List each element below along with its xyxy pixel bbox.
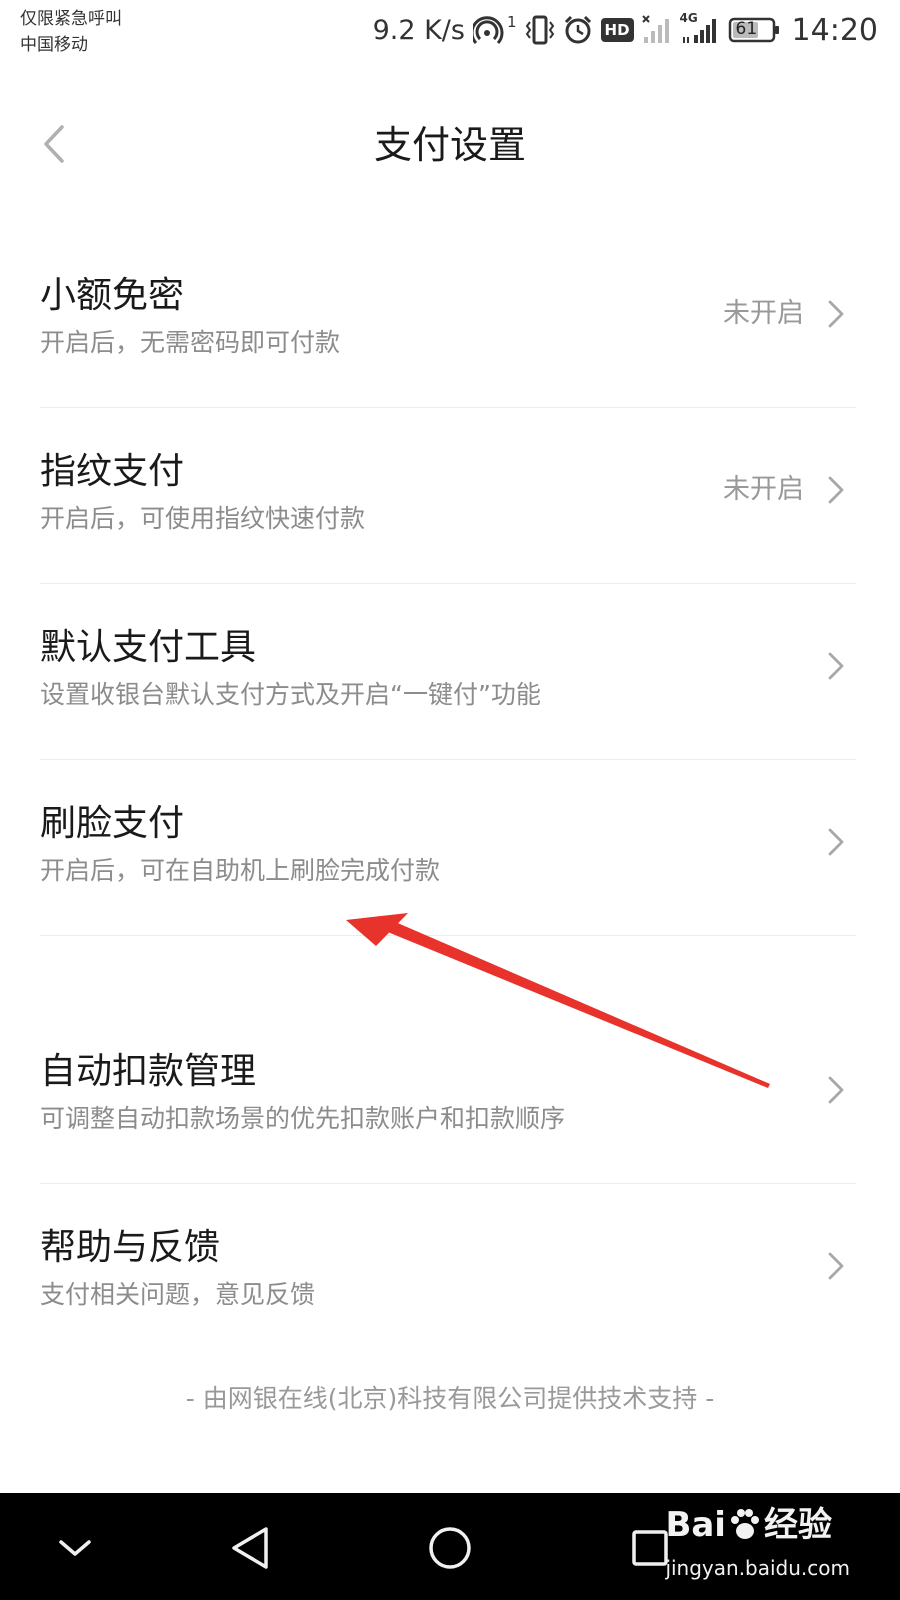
watermark-brand: Bai 经验: [665, 1503, 850, 1547]
setting-title: 默认支付工具: [40, 627, 257, 668]
chevron-right-icon: [826, 826, 850, 858]
setting-subtitle: 开启后，无需密码即可付款: [40, 328, 341, 357]
hotspot-icon: 1: [472, 13, 517, 45]
setting-subtitle: 支付相关问题，意见反馈: [40, 1280, 316, 1309]
setting-face-payment[interactable]: 刷脸支付 开启后，可在自助机上刷脸完成付款: [0, 760, 900, 936]
chevron-right-icon: [826, 298, 850, 330]
nav-home-button[interactable]: [422, 1520, 478, 1576]
status-icons: 9.2 K/s 1 HD 4G 61 14:20: [373, 10, 878, 50]
hotspot-count: 1: [506, 13, 517, 31]
network-speed: 9.2 K/s: [372, 14, 465, 46]
alarm-icon: [563, 15, 593, 45]
setting-status: 未开启: [723, 298, 804, 329]
chevron-down-icon: [59, 1540, 91, 1556]
tech-support-footer: - 由网银在线(北京)科技有限公司提供技术支持 -: [185, 1384, 715, 1413]
nav-collapse-button[interactable]: [47, 1520, 103, 1576]
setting-help-feedback[interactable]: 帮助与反馈 支付相关问题，意见反馈: [0, 1184, 900, 1360]
battery-icon: 61: [728, 16, 780, 44]
watermark-url: jingyan.baidu.com: [665, 1556, 850, 1580]
setting-subtitle: 开启后，可在自助机上刷脸完成付款: [40, 856, 441, 885]
carrier-emergency-label: 仅限紧急呼叫: [20, 9, 122, 29]
vibrate-icon: [525, 14, 555, 46]
nav-back-button[interactable]: [222, 1520, 278, 1576]
baidu-jingyan-watermark: Bai 经验 jingyan.baidu.com: [665, 1503, 850, 1581]
setting-title: 自动扣款管理: [40, 1051, 257, 1092]
status-bar: 仅限紧急呼叫 中国移动 9.2 K/s 1 HD 4G 61 14:20: [0, 0, 900, 62]
carrier-name: 中国移动: [20, 35, 88, 55]
triangle-back-icon: [232, 1527, 268, 1569]
setting-title: 指纹支付: [40, 451, 185, 492]
signal-sim1-icon: [641, 15, 672, 45]
clock: 14:20: [791, 12, 878, 48]
battery-level: 61: [735, 19, 758, 39]
network-type: 4G: [679, 11, 698, 25]
setting-subtitle: 可调整自动扣款场景的优先扣款账户和扣款顺序: [40, 1104, 566, 1133]
setting-subtitle: 开启后，可使用指纹快速付款: [40, 504, 366, 533]
setting-auto-debit-management[interactable]: 自动扣款管理 可调整自动扣款场景的优先扣款账户和扣款顺序: [0, 1008, 900, 1184]
divider: [40, 935, 856, 936]
chevron-right-icon: [826, 650, 850, 682]
setting-title: 小额免密: [40, 275, 185, 316]
setting-title: 帮助与反馈: [40, 1227, 221, 1268]
setting-small-amount-password-free[interactable]: 小额免密 开启后，无需密码即可付款 未开启: [0, 232, 900, 408]
watermark-brand-text: Bai: [665, 1505, 726, 1545]
chevron-right-icon: [826, 474, 850, 506]
setting-fingerprint-payment[interactable]: 指纹支付 开启后，可使用指纹快速付款 未开启: [0, 408, 900, 584]
setting-default-payment-tool[interactable]: 默认支付工具 设置收银台默认支付方式及开启“一键付”功能: [0, 584, 900, 760]
watermark-brand-suffix: 经验: [763, 1505, 832, 1545]
signal-sim2-icon: 4G: [680, 11, 720, 45]
chevron-right-icon: [826, 1074, 850, 1106]
page-header: 支付设置: [0, 95, 900, 195]
setting-subtitle: 设置收银台默认支付方式及开启“一键付”功能: [40, 680, 541, 709]
page-title: 支付设置: [373, 123, 526, 167]
circle-home-icon: [429, 1527, 471, 1569]
carrier-info: 仅限紧急呼叫 中国移动: [20, 6, 122, 58]
settings-list: 小额免密 开启后，无需密码即可付款 未开启 指纹支付 开启后，可使用指纹快速付款…: [0, 232, 900, 1360]
setting-title: 刷脸支付: [40, 803, 185, 844]
setting-status: 未开启: [723, 474, 804, 505]
paw-icon: [730, 1509, 759, 1539]
hd-badge: HD: [600, 18, 634, 42]
system-navigation-bar: Bai 经验 jingyan.baidu.com: [0, 1493, 900, 1600]
chevron-right-icon: [826, 1250, 850, 1282]
square-recents-icon: [632, 1530, 668, 1566]
